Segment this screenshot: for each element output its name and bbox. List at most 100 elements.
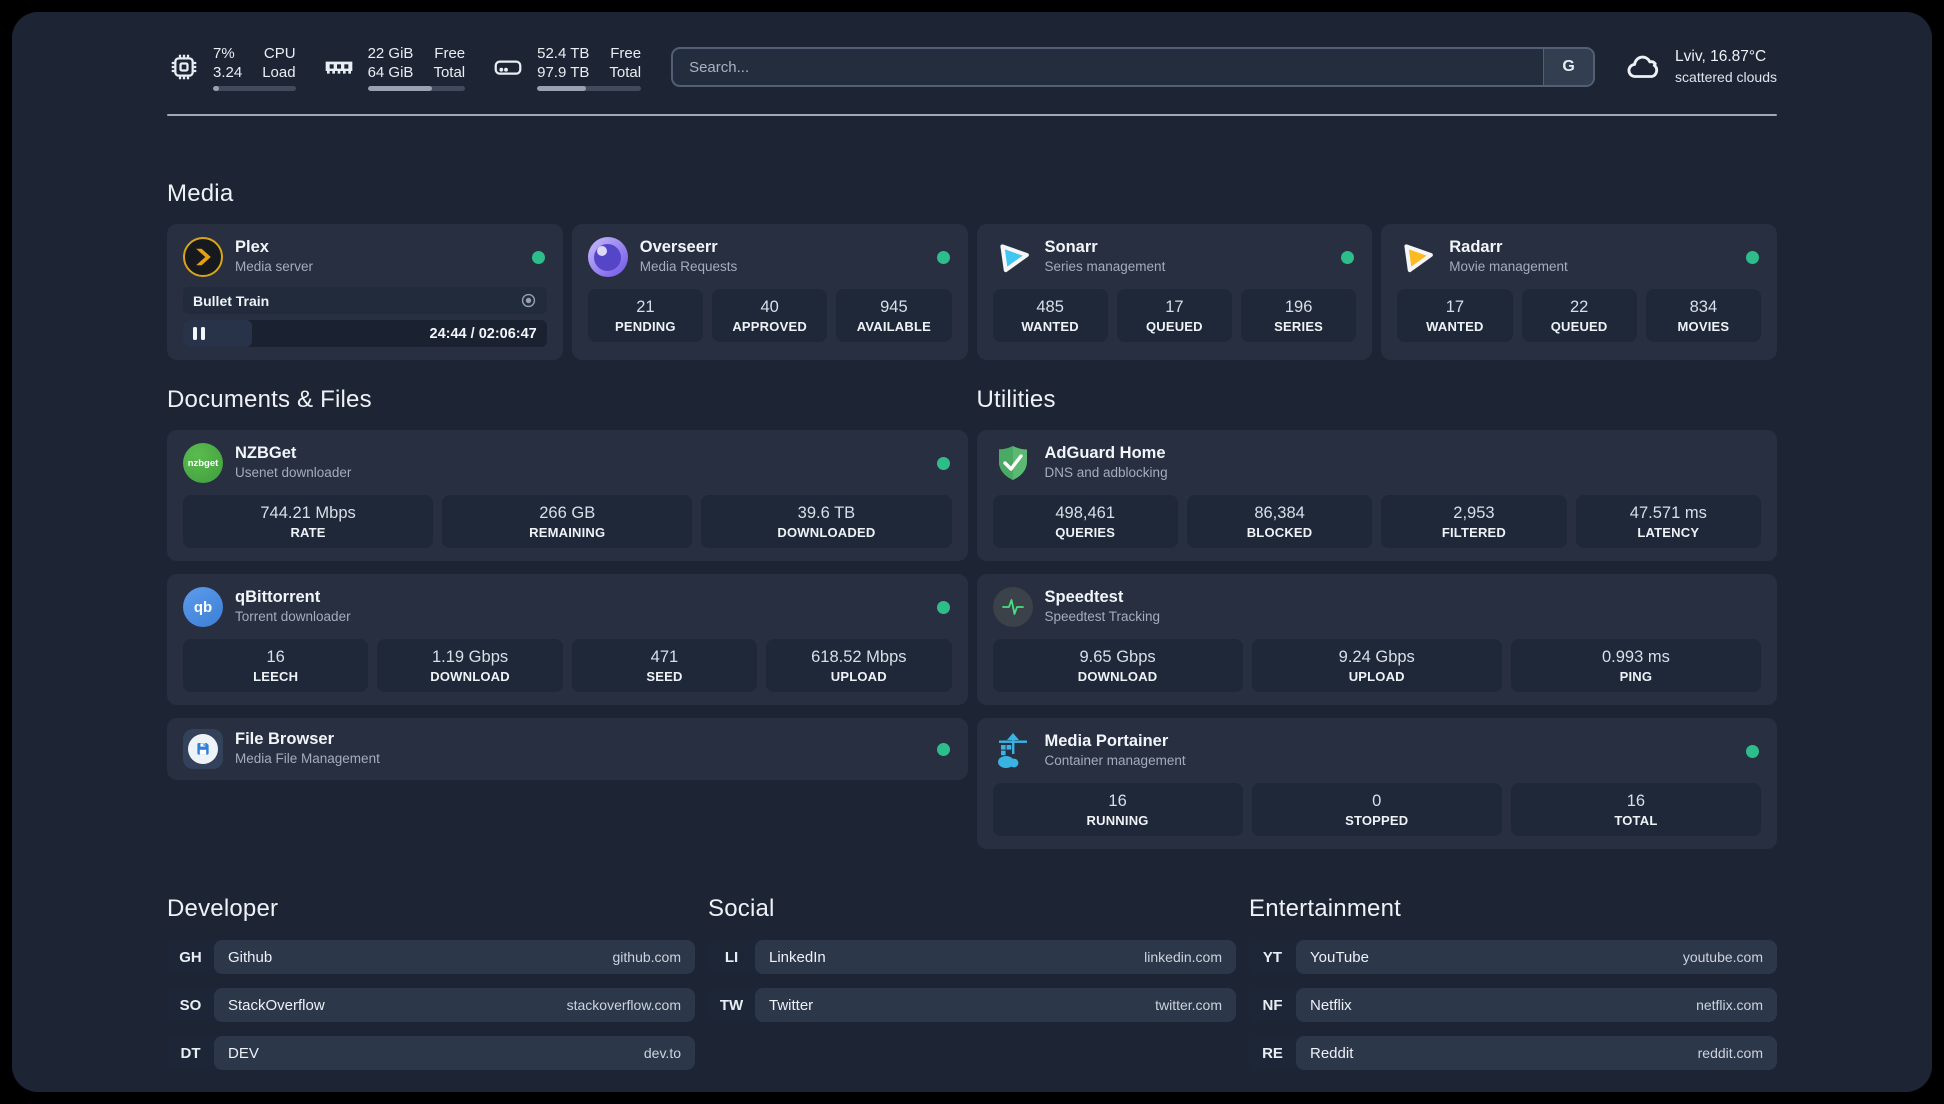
media-type-icon <box>520 292 537 309</box>
sonarr-status-dot <box>1341 251 1355 264</box>
search-input[interactable] <box>673 49 1544 85</box>
link-abbr: TW <box>719 996 744 1014</box>
now-playing-row: Bullet Train <box>183 287 547 314</box>
adguard-card[interactable]: AdGuard Home DNS and adblocking 498,461 … <box>976 430 1777 561</box>
stat-tile: 21 PENDING <box>587 289 703 342</box>
stat-tile: 2,953 FILTERED <box>1381 495 1567 548</box>
link-abbr: RE <box>1262 1044 1283 1062</box>
stat-tile: 22 QUEUED <box>1521 289 1637 342</box>
nzbget-card[interactable]: nzbget NZBGet Usenet downloader 744.21 M… <box>167 430 968 561</box>
nzbget-icon: nzbget <box>183 443 223 483</box>
portainer-card[interactable]: Media Portainer Container management 16 … <box>976 718 1777 849</box>
portainer-icon <box>993 731 1033 771</box>
disk-progress-bar <box>537 85 642 91</box>
top-bar: 7% 3.24 CPU Load 22 GiB 64 GiB Free Tota… <box>167 38 1777 96</box>
plex-card[interactable]: Plex Media server Bullet Train 24:44 / 0… <box>167 224 563 360</box>
speedtest-icon <box>992 587 1033 627</box>
playback-progress-bar[interactable]: 24:44 / 02:06:47 <box>183 320 547 347</box>
section-title-media: Media <box>167 180 234 207</box>
stat-tile: 618.52 Mbps UPLOAD <box>766 639 952 692</box>
radarr-status-dot <box>1746 251 1759 264</box>
stat-tile: 498,461 QUERIES <box>992 495 1178 548</box>
link-abbr: SO <box>179 996 202 1014</box>
portainer-status-dot <box>1746 745 1759 758</box>
utilities-column: Utilities AdGuard Home DNS and adblockin… <box>976 386 1777 849</box>
link-github[interactable]: GH Github github.com <box>167 940 695 974</box>
qbittorrent-status-dot <box>936 601 950 614</box>
speedtest-subtitle: Speedtest Tracking <box>1044 609 1161 624</box>
cloud-icon <box>1625 48 1663 86</box>
stat-tile: 16 TOTAL <box>1510 783 1761 836</box>
entertainment-links: Entertainment YT YouTube youtube.com NF … <box>1249 895 1777 1084</box>
disk-free-label: Free <box>610 44 642 62</box>
filebrowser-card[interactable]: File Browser Media File Management <box>167 718 968 780</box>
link-netflix[interactable]: NF Netflix netflix.com <box>1249 988 1777 1022</box>
stat-tile: 196 SERIES <box>1241 289 1357 342</box>
overseerr-subtitle: Media Requests <box>639 259 738 274</box>
portainer-title: Media Portainer <box>1044 732 1169 750</box>
plex-title: Plex <box>235 238 269 256</box>
filebrowser-icon <box>183 729 223 769</box>
qbittorrent-subtitle: Torrent downloader <box>235 609 351 624</box>
ram-icon <box>322 50 356 84</box>
stat-tile: 16 LEECH <box>183 639 369 692</box>
stat-tile: 0 STOPPED <box>1251 783 1502 836</box>
overseerr-card[interactable]: Overseerr Media Requests 21 PENDING 40 A… <box>571 224 968 360</box>
adguard-subtitle: DNS and adblocking <box>1044 465 1168 480</box>
stat-tile: 266 GB REMAINING <box>442 495 693 548</box>
link-abbr: NF <box>1262 996 1283 1014</box>
header-divider <box>167 114 1777 116</box>
link-stackoverflow[interactable]: SO StackOverflow stackoverflow.com <box>167 988 695 1022</box>
sonarr-card[interactable]: Sonarr Series management 485 WANTED 17 Q… <box>976 224 1373 360</box>
stat-tile: 834 MOVIES <box>1645 289 1761 342</box>
cpu-load-label: Load <box>262 63 296 81</box>
cpu-load-value: 3.24 <box>213 63 243 81</box>
radarr-title: Radarr <box>1449 238 1503 256</box>
adguard-title: AdGuard Home <box>1044 444 1166 462</box>
sonarr-subtitle: Series management <box>1044 259 1166 274</box>
ram-free-value: 22 GiB <box>367 44 414 62</box>
sonarr-title: Sonarr <box>1044 238 1098 256</box>
radarr-icon <box>1397 237 1437 277</box>
radarr-subtitle: Movie management <box>1449 259 1568 274</box>
system-stats: 7% 3.24 CPU Load 22 GiB 64 GiB Free Tota… <box>167 44 642 91</box>
documents-column: Documents & Files nzbget NZBGet Usenet d… <box>167 386 968 780</box>
section-title-social: Social <box>708 895 775 922</box>
link-reddit[interactable]: RE Reddit reddit.com <box>1249 1036 1777 1070</box>
link-youtube[interactable]: YT YouTube youtube.com <box>1249 940 1777 974</box>
disk-stat: 52.4 TB 97.9 TB Free Total <box>491 44 642 91</box>
link-abbr: DT <box>180 1044 201 1062</box>
weather-condition: scattered clouds <box>1675 69 1777 85</box>
stat-tile: 9.24 Gbps UPLOAD <box>1251 639 1502 692</box>
nzbget-status-dot <box>936 457 950 470</box>
cpu-stat: 7% 3.24 CPU Load <box>167 44 296 91</box>
memory-stat: 22 GiB 64 GiB Free Total <box>322 44 466 91</box>
overseerr-icon <box>587 237 628 277</box>
stat-tile: 0.993 ms PING <box>1510 639 1761 692</box>
stat-tile: 39.6 TB DOWNLOADED <box>701 495 952 548</box>
stat-tile: 16 RUNNING <box>992 783 1243 836</box>
ram-progress-bar <box>367 85 466 91</box>
weather-widget: Lviv, 16.87°C scattered clouds <box>1625 47 1777 87</box>
plex-status-dot <box>531 251 545 264</box>
developer-links: Developer GH Github github.com SO StackO… <box>167 895 695 1084</box>
stat-tile: 945 AVAILABLE <box>836 289 952 342</box>
pause-icon[interactable] <box>193 327 205 340</box>
search-engine-button[interactable]: G <box>1543 49 1594 85</box>
link-twitter[interactable]: TW Twitter twitter.com <box>708 988 1236 1022</box>
link-linkedin[interactable]: LI LinkedIn linkedin.com <box>708 940 1236 974</box>
qbittorrent-card[interactable]: qb qBittorrent Torrent downloader 16 LEE… <box>167 574 968 705</box>
filebrowser-status-dot <box>936 742 950 756</box>
plex-subtitle: Media server <box>235 259 314 274</box>
nzbget-subtitle: Usenet downloader <box>235 465 352 480</box>
stat-tile: 40 APPROVED <box>712 289 828 342</box>
radarr-card[interactable]: Radarr Movie management 17 WANTED 22 QUE… <box>1381 224 1777 360</box>
speedtest-card[interactable]: Speedtest Speedtest Tracking 9.65 Gbps D… <box>976 574 1777 705</box>
sonarr-icon <box>993 237 1033 277</box>
link-dev[interactable]: DT DEV dev.to <box>167 1036 695 1070</box>
social-links: Social LI LinkedIn linkedin.com TW Twitt… <box>708 895 1236 1084</box>
stat-tile: 1.19 Gbps DOWNLOAD <box>377 639 563 692</box>
filebrowser-subtitle: Media File Management <box>235 751 380 766</box>
section-title-entertainment: Entertainment <box>1249 895 1402 922</box>
link-abbr: YT <box>1262 948 1283 966</box>
